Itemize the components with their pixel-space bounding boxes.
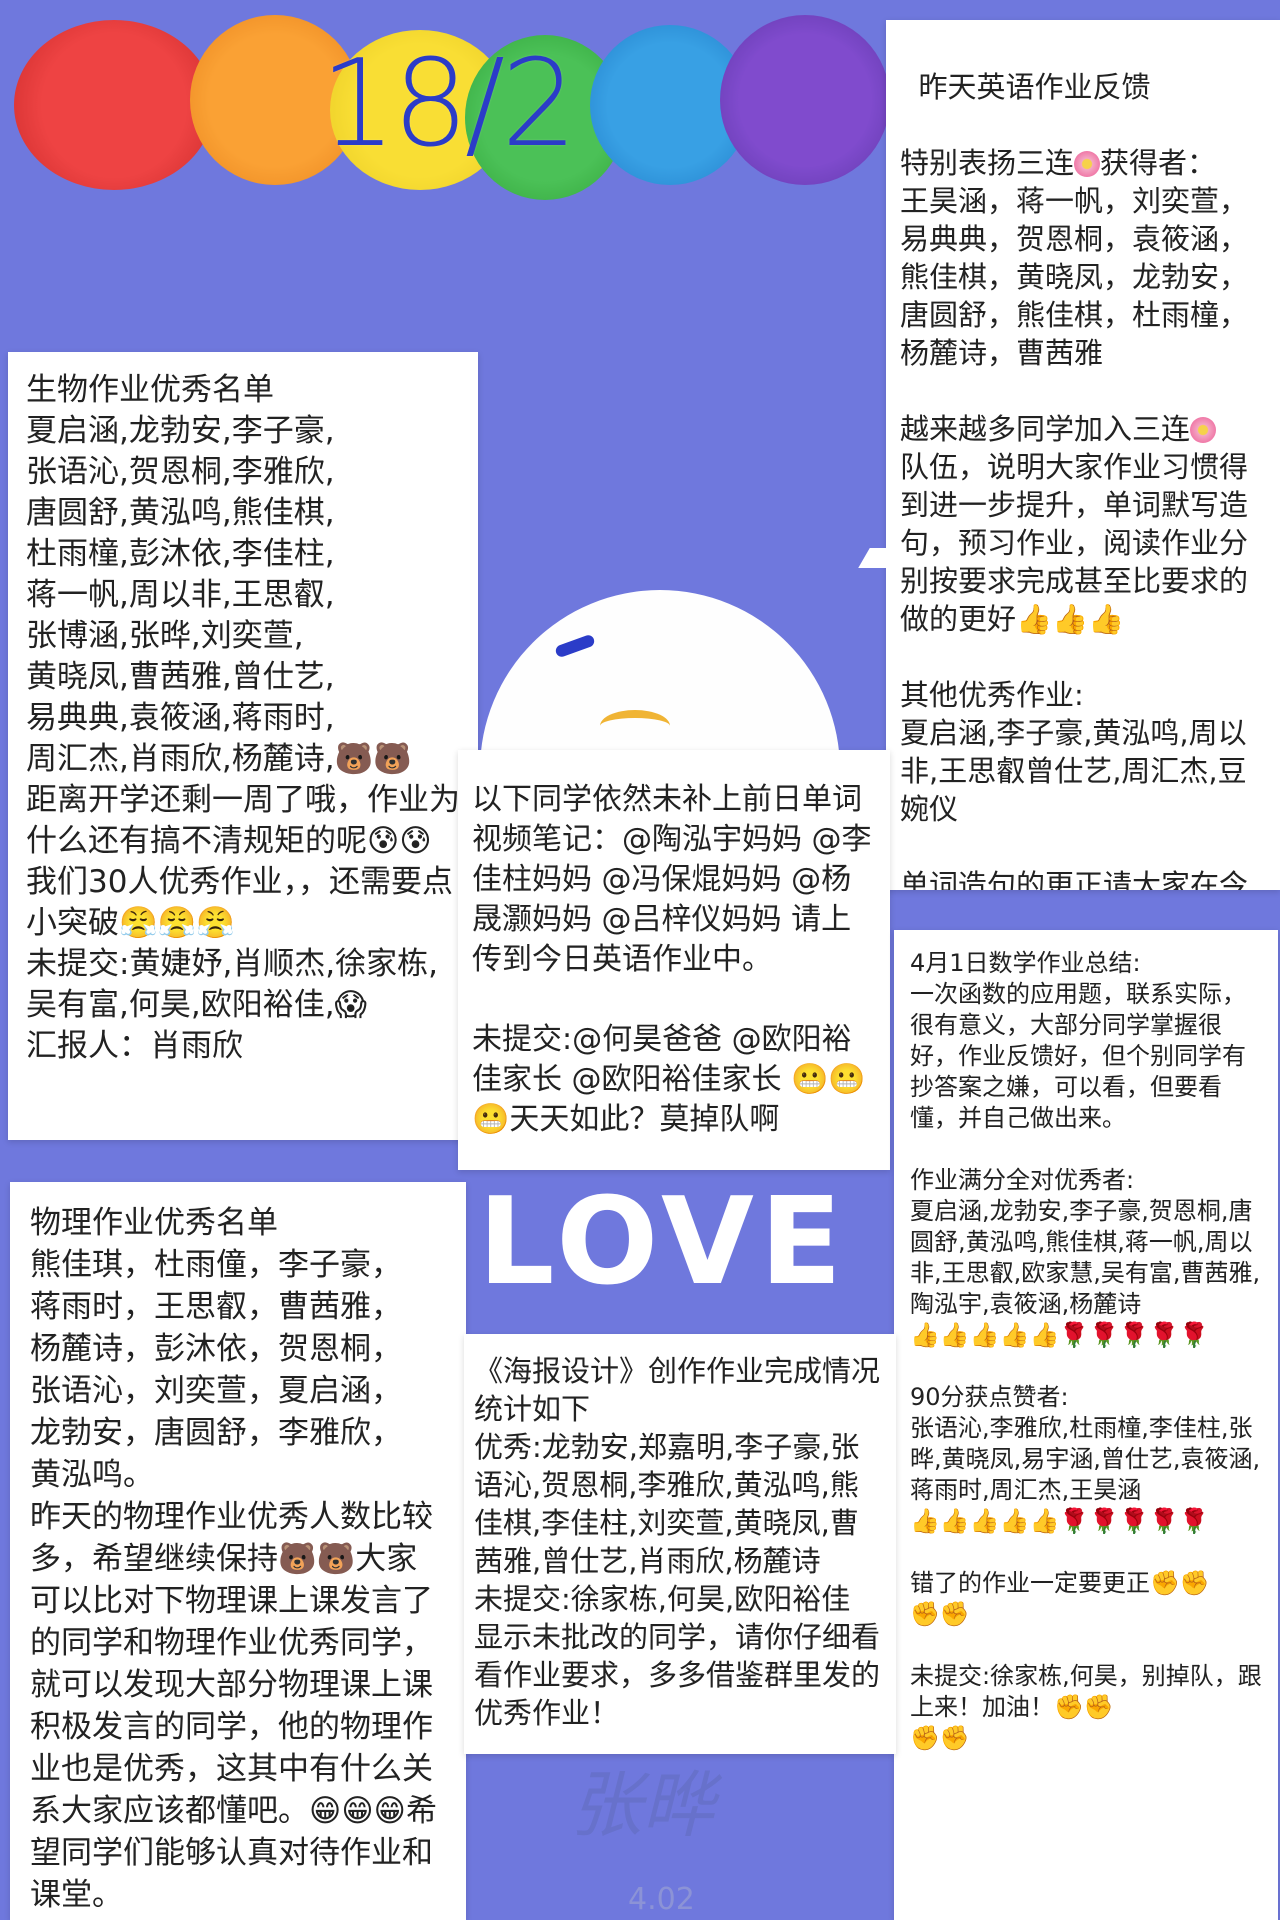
other-title: 其他优秀作业: <box>900 678 1084 712</box>
praise-names: 王昊涵，蒋一帆，刘奕萱， 易典典，贺恩桐，袁筱涵， 熊佳棋，黄晓凤，龙勃安， 唐… <box>900 184 1249 370</box>
unsubmitted-notice-card: 以下同学依然未补上前日单词视频笔记：@陶泓宇妈妈 @李佳柱妈妈 @冯保焜妈妈 @… <box>458 750 890 1170</box>
bird-beak <box>600 710 670 742</box>
poster-design-card: 《海报设计》创作作业完成情况统计如下 优秀:龙勃安,郑嘉明,李子豪,张语沁,贺恩… <box>464 1334 896 1754</box>
physics-homework-card: 物理作业优秀名单 熊佳琪，杜雨僮，李子豪， 蒋雨时，王思叡，曹茜雅， 杨麓诗，彭… <box>10 1182 466 1920</box>
poster-text: 《海报设计》创作作业完成情况统计如下 优秀:龙勃安,郑嘉明,李子豪,张语沁,贺恩… <box>474 1354 881 1730</box>
other-names: 夏启涵,李子豪,黄泓鸣,周以非,王思叡曾仕艺,周汇杰,豆婉仪 <box>900 716 1247 826</box>
correction-note: 单词造句的更正请大家在今天作业里上传给我看。 <box>900 868 1249 890</box>
flower-icon <box>1074 151 1101 177</box>
praise-suffix: 获得者： <box>1100 146 1217 180</box>
math-text: 4月1日数学作业总结: 一次函数的应用题，联系实际，很有意义，大部分同学掌握很好… <box>910 949 1262 1752</box>
handwritten-signature: 张晔 <box>570 1763 715 1847</box>
purple-paint-blob <box>720 15 890 185</box>
biology-homework-card: 生物作业优秀名单 夏启涵,龙勃安,李子豪, 张语沁,贺恩桐,李雅欣, 唐圆舒,黄… <box>8 352 478 1140</box>
middle-text: 以下同学依然未补上前日单词视频笔记：@陶泓宇妈妈 @李佳柱妈妈 @冯保焜妈妈 @… <box>472 782 872 1137</box>
flower-icon <box>1190 417 1217 443</box>
red-paint-blob <box>14 20 214 190</box>
math-homework-card: 4月1日数学作业总结: 一次函数的应用题，联系实际，很有意义，大部分同学掌握很好… <box>894 930 1278 1920</box>
english-homework-card: 昨天英语作业反馈 特别表扬三连 获得者： 王昊涵，蒋一帆，刘奕萱， 易典典，贺恩桐… <box>886 20 1280 890</box>
biology-text: 生物作业优秀名单 夏启涵,龙勃安,李子豪, 张语沁,贺恩桐,李雅欣, 唐圆舒,黄… <box>26 372 460 1064</box>
english-card-title: 昨天英语作业反馈 <box>918 70 1151 104</box>
date-title: 18/2 <box>320 35 577 174</box>
signature-date: 4.02 <box>628 1882 695 1917</box>
join-prefix: 越来越多同学加入三连 <box>900 412 1191 446</box>
join-body: 队伍，说明大家作业习惯得到进一步提升，单词默写造句，预习作业，阅读作业分别按要求… <box>900 450 1249 636</box>
physics-text: 物理作业优秀名单 熊佳琪，杜雨僮，李子豪， 蒋雨时，王思叡，曹茜雅， 杨麓诗，彭… <box>30 1205 437 1913</box>
love-text: LOVE <box>478 1173 848 1312</box>
praise-intro: 特别表扬三连 <box>900 146 1075 180</box>
